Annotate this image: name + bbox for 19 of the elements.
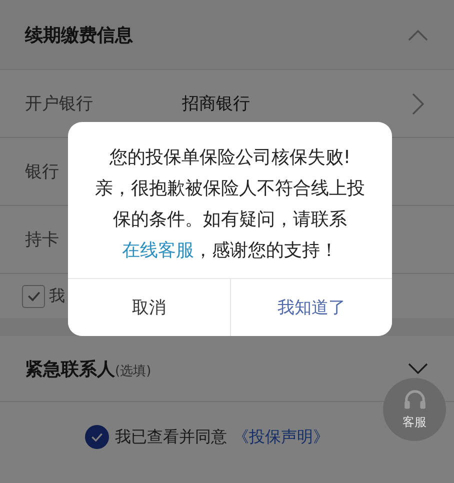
- declaration-link[interactable]: 《投保声明》: [233, 426, 329, 448]
- agreement-text: 我已查看并同意: [115, 426, 227, 448]
- dialog-message: 您的投保单保险公司核保失败!亲，很抱歉被保险人不符合线上投保的条件。如有疑问，请联系 在线客服，感谢您的支持！: [94, 146, 366, 263]
- checkbox[interactable]: [85, 425, 109, 449]
- confirm-button[interactable]: 我知道了: [230, 279, 392, 336]
- field-value: 招商银行: [182, 93, 251, 115]
- customer-service-button[interactable]: 客服: [383, 378, 446, 441]
- field-label: 持卡: [25, 229, 59, 251]
- chevron-icon[interactable]: [408, 28, 428, 40]
- chevron-right-icon[interactable]: [412, 92, 424, 114]
- checkbox-label: 我: [49, 286, 65, 306]
- chevron-icon[interactable]: [408, 362, 428, 374]
- field-label: 银行: [25, 161, 59, 183]
- section-title: 紧急联系人: [25, 358, 115, 380]
- field-label: 开户银行: [25, 93, 93, 115]
- online-service-link[interactable]: 在线客服: [122, 240, 194, 261]
- checkbox[interactable]: [22, 284, 45, 308]
- optional-hint: (选填): [115, 364, 152, 378]
- section-title: 续期缴费信息: [25, 24, 133, 46]
